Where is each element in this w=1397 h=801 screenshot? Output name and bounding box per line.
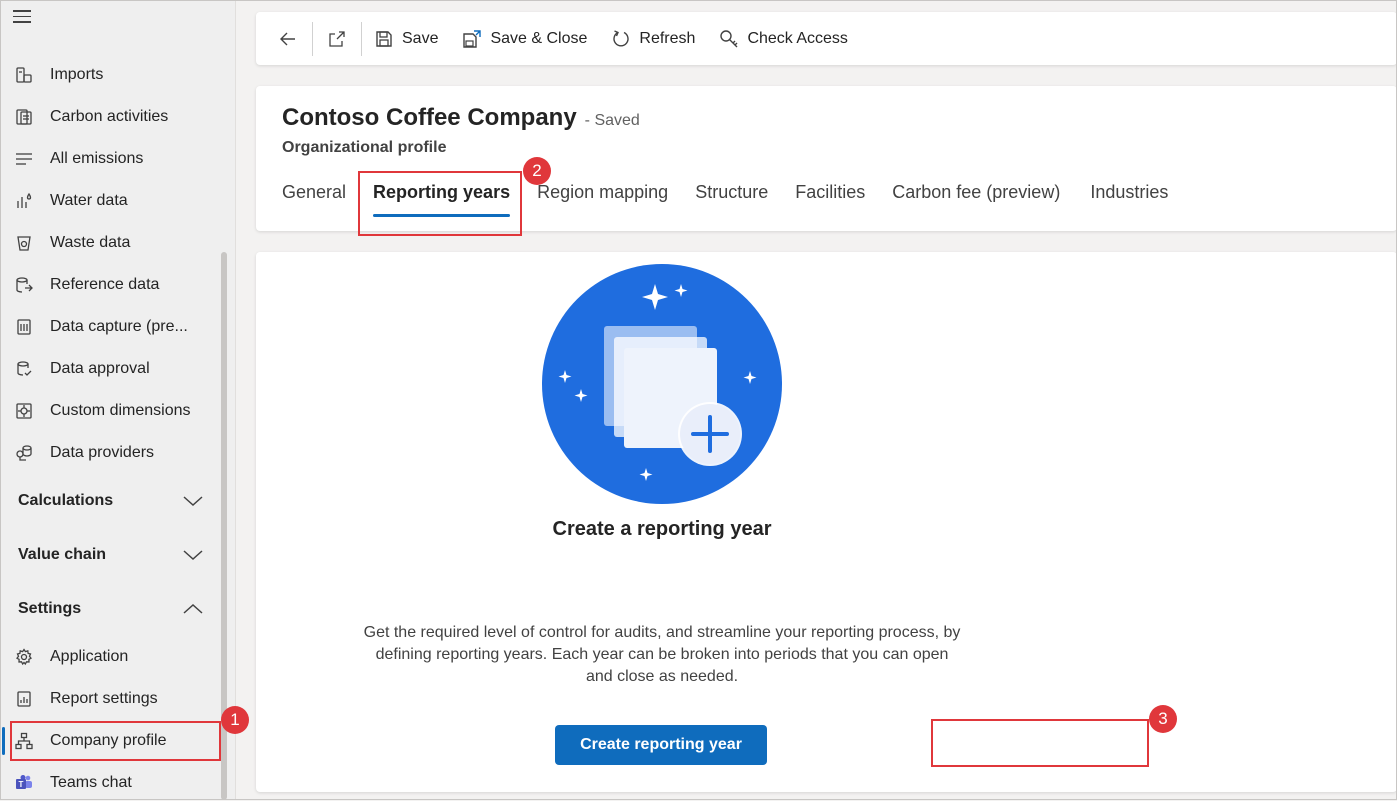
callout-badge-1: 1 xyxy=(221,706,249,734)
check-access-button[interactable]: Check Access xyxy=(707,12,859,65)
sidebar-item-data-approval[interactable]: Data approval xyxy=(10,351,218,387)
check-access-label: Check Access xyxy=(747,29,848,47)
selected-indicator xyxy=(2,727,5,755)
sidebar-item-water-data[interactable]: Water data xyxy=(10,183,218,219)
tab-facilities[interactable]: Facilities xyxy=(795,182,865,203)
nav-group-calculations[interactable]: Calculations xyxy=(18,481,204,521)
sidebar-item-data-providers[interactable]: Data providers xyxy=(10,435,218,471)
nav-group-value-chain[interactable]: Value chain xyxy=(18,535,204,575)
data-capture-icon xyxy=(14,317,34,337)
tab-industries[interactable]: Industries xyxy=(1090,182,1168,203)
save-status: - Saved xyxy=(584,112,640,129)
create-reporting-year-button[interactable]: Create reporting year xyxy=(555,725,767,765)
nav-group-settings[interactable]: Settings xyxy=(18,589,204,629)
sidebar-item-label: Report settings xyxy=(50,690,158,707)
open-new-window-button[interactable] xyxy=(313,12,361,65)
sidebar-item-label: Imports xyxy=(50,66,104,83)
report-settings-icon xyxy=(14,689,34,709)
command-bar: Save Save & Close Refresh Check Access xyxy=(256,12,1397,65)
tab-carbon-fee[interactable]: Carbon fee (preview) xyxy=(892,182,1060,203)
nav-group-label: Calculations xyxy=(18,492,114,509)
sidebar-item-label: Company profile xyxy=(50,732,167,749)
callout-badge-2: 2 xyxy=(523,157,551,185)
form-subtitle: Organizational profile xyxy=(282,139,447,156)
sidebar-item-label: Application xyxy=(50,648,129,665)
svg-text:T: T xyxy=(19,780,24,789)
empty-state-title: Create a reporting year xyxy=(552,518,772,540)
tab-general[interactable]: General xyxy=(282,182,346,203)
sidebar-item-label: Data capture (pre... xyxy=(50,318,188,335)
org-chart-icon xyxy=(14,731,34,751)
nav-group-label: Value chain xyxy=(18,546,107,563)
empty-state: Create a reporting year Get the required… xyxy=(282,264,1042,765)
teams-icon: T xyxy=(14,773,34,793)
save-and-close-label: Save & Close xyxy=(490,29,588,47)
chevron-down-icon xyxy=(183,496,203,507)
custom-dimensions-icon xyxy=(14,401,34,421)
record-header: Contoso Coffee Company - Saved Organizat… xyxy=(256,86,1397,231)
sidebar-item-reference-data[interactable]: Reference data xyxy=(10,267,218,303)
sidebar-item-label: Custom dimensions xyxy=(50,402,191,419)
waste-data-icon xyxy=(14,233,34,253)
nav-group-label: Settings xyxy=(18,600,82,617)
title-row: Contoso Coffee Company - Saved xyxy=(282,104,640,132)
sidebar-item-label: Water data xyxy=(50,192,128,209)
tab-list: General Reporting years Region mapping S… xyxy=(282,182,1195,217)
page-title: Contoso Coffee Company xyxy=(282,104,577,131)
chevron-up-icon xyxy=(183,603,203,614)
water-data-icon xyxy=(14,191,34,211)
callout-badge-3: 3 xyxy=(1149,705,1177,733)
sidebar-item-label: Waste data xyxy=(50,234,131,251)
refresh-icon xyxy=(613,29,630,47)
sidebar-item-custom-dimensions[interactable]: Custom dimensions xyxy=(10,393,218,429)
sidebar-item-application[interactable]: Application xyxy=(10,639,218,675)
refresh-button[interactable]: Refresh xyxy=(599,12,707,65)
carbon-activities-icon xyxy=(14,107,34,127)
sidebar-item-label: Data approval xyxy=(50,360,150,377)
sidebar-item-label: Carbon activities xyxy=(50,108,169,125)
reference-data-icon xyxy=(14,275,34,295)
sidebar-item-label: Data providers xyxy=(50,444,155,461)
sidebar-item-label: All emissions xyxy=(50,150,144,167)
arrow-left-icon xyxy=(280,32,295,45)
imports-icon xyxy=(14,65,34,85)
sidebar-item-all-emissions[interactable]: All emissions xyxy=(10,141,218,177)
sidebar-item-teams-chat[interactable]: T Teams chat xyxy=(10,765,218,801)
save-button[interactable]: Save xyxy=(362,12,450,65)
tab-structure[interactable]: Structure xyxy=(695,182,768,203)
gear-icon xyxy=(14,647,34,667)
sidebar-item-label: Teams chat xyxy=(50,774,132,791)
data-approval-icon xyxy=(14,359,34,379)
reporting-year-illustration xyxy=(542,264,782,504)
sidebar-item-company-profile[interactable]: Company profile xyxy=(10,723,218,759)
hamburger-menu-icon[interactable] xyxy=(13,10,33,24)
back-button[interactable] xyxy=(256,12,312,65)
save-label: Save xyxy=(402,29,439,47)
chevron-down-icon xyxy=(183,550,203,561)
save-icon xyxy=(376,30,392,47)
sidebar-item-report-settings[interactable]: Report settings xyxy=(10,681,218,717)
key-search-icon xyxy=(720,29,738,47)
sidebar-item-data-capture[interactable]: Data capture (pre... xyxy=(10,309,218,345)
sidebar-item-carbon-activities[interactable]: Carbon activities xyxy=(10,99,218,135)
sidebar-item-imports[interactable]: Imports xyxy=(10,57,218,93)
empty-state-description: Get the required level of control for au… xyxy=(363,624,961,685)
refresh-label: Refresh xyxy=(639,29,696,47)
left-navigation: Imports Carbon activities All emissions … xyxy=(0,0,236,800)
data-providers-icon xyxy=(14,443,34,463)
tab-reporting-years[interactable]: Reporting years xyxy=(373,182,511,217)
save-and-close-button[interactable]: Save & Close xyxy=(450,12,599,65)
tab-region-mapping[interactable]: Region mapping xyxy=(537,182,668,203)
save-and-close-icon xyxy=(463,29,482,48)
all-emissions-icon xyxy=(14,149,34,169)
sidebar-item-label: Reference data xyxy=(50,276,160,293)
sidebar-item-waste-data[interactable]: Waste data xyxy=(10,225,218,261)
open-in-new-window-icon xyxy=(329,30,345,47)
